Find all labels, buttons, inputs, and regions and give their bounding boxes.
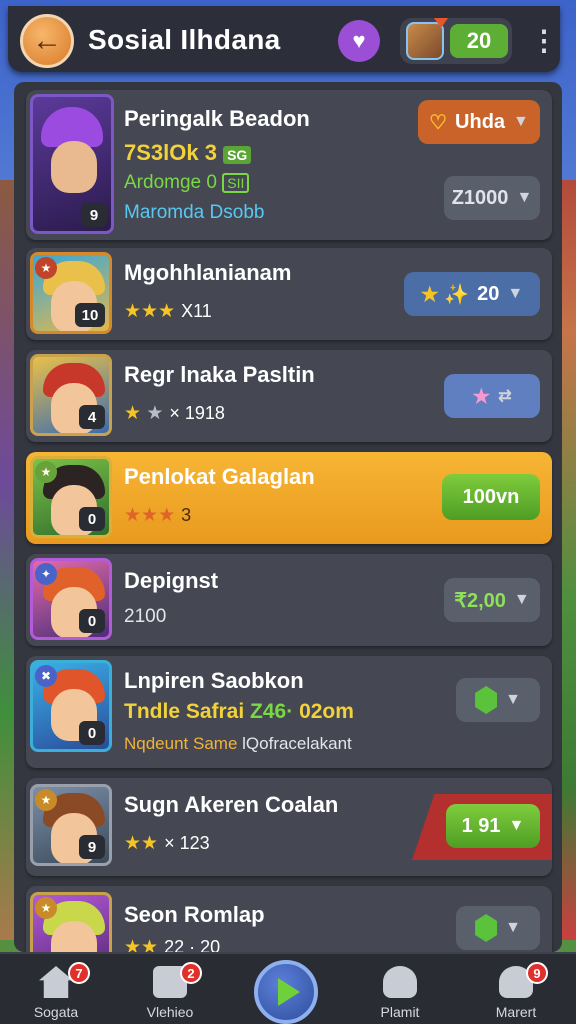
star-rating: ★★ 22 · 20 [124, 937, 221, 952]
nav-label: Sogata [33, 1004, 79, 1020]
nav-label: Plamit [380, 1004, 420, 1020]
gem-icon [475, 914, 498, 942]
player-profile-badge[interactable]: 20 [400, 18, 512, 64]
list-item-selected[interactable]: ★ 0 Penlokat Galaglan ★★★ 3 100vn [26, 452, 552, 544]
player-stat: 2100 [124, 606, 167, 627]
player-name: Sugn Akeren Coalan [124, 792, 339, 817]
gem-dropdown[interactable]: ▼ [456, 906, 540, 950]
avatar: 9 [30, 94, 114, 234]
star-rating: ★★★ X11 [124, 301, 212, 322]
amount-dropdown[interactable]: 1 91 ▼ [446, 804, 540, 848]
list-item[interactable]: ✦ 0 Depignst 2100 ₹2,00 ▼ [26, 554, 552, 646]
player-guild: Nqdeunt Same lQofracelakant [124, 734, 352, 753]
star-rating: ★★ × 123 [124, 833, 210, 854]
chevron-down-icon: ▼ [516, 189, 533, 206]
notification-badge: 9 [526, 962, 548, 984]
list-item[interactable]: ✖ 0 Lnpiren Saobkon Tndle Safrai Z46· 02… [26, 656, 552, 768]
play-icon [278, 978, 300, 1006]
player-name: Mgohhlanianam [124, 260, 292, 285]
player-name: Seon Romlap [124, 902, 265, 927]
avatar [406, 18, 448, 60]
player-name: Peringalk Beadon [124, 106, 310, 131]
gem-icon [475, 686, 498, 714]
avatar: ✦ 0 [30, 558, 112, 640]
star-rating: ★★★ 3 [124, 505, 192, 526]
heart-icon: ♡ [429, 111, 448, 134]
gem-dropdown[interactable]: ▼ [456, 678, 540, 722]
star-rating: ★ ★ × 1918 [124, 403, 225, 424]
chevron-down-icon: ▼ [508, 817, 525, 834]
friend-list: 9 Peringalk Beadon 7S3lOk 3 SG Ardomge 0… [14, 82, 562, 952]
avatar: ★ [30, 892, 112, 952]
nav-label: Marert [495, 1004, 537, 1020]
more-vert-icon[interactable]: ⋮ [530, 24, 558, 57]
star-icon: ★ ✨ [420, 283, 470, 306]
back-arrow-icon[interactable]: ← [20, 14, 74, 68]
top-bar: ← Sosial Ilhdana ♥ 20 ⋮ [8, 6, 560, 72]
reward-dropdown[interactable]: ★ ✨ 20 ▼ [404, 272, 540, 316]
star-icon: ★ [472, 385, 491, 408]
chevron-down-icon: ▼ [505, 919, 521, 936]
heart-icon[interactable]: ♥ [338, 20, 380, 62]
chevron-down-icon: ▼ [513, 591, 530, 608]
collapse-icon: ⇄ [498, 388, 512, 405]
player-guild: Maromda Dsobb [124, 202, 265, 223]
player-name: Depignst [124, 568, 219, 593]
avatar: ★ 0 [30, 456, 112, 538]
claim-button[interactable]: 100vn [442, 474, 540, 520]
player-name: Penlokat Galaglan [124, 464, 315, 489]
gift-dropdown[interactable]: ★ ⇄ [444, 374, 540, 418]
avatar: ✖ 0 [30, 660, 112, 752]
list-item[interactable]: 4 Regr lnaka Pasltin ★ ★ × 1918 ★ ⇄ [26, 350, 552, 442]
notification-badge: 7 [68, 962, 90, 984]
nav-profile[interactable]: Plamit [350, 954, 450, 1024]
avatar: ★ 10 [30, 252, 112, 334]
notification-badge: 2 [180, 962, 202, 984]
list-item[interactable]: ★ 9 Sugn Akeren Coalan ★★ × 123 1 91 ▼ [26, 778, 552, 876]
chevron-down-icon: ▼ [505, 691, 521, 708]
list-item[interactable]: 9 Peringalk Beadon 7S3lOk 3 SG Ardomge 0… [26, 90, 552, 240]
player-score: 20 [450, 24, 508, 58]
amount-dropdown[interactable]: Z1000 ▼ [444, 176, 540, 220]
play-button[interactable] [254, 960, 318, 1024]
player-stat: Ardomge 0 SII [124, 172, 250, 194]
list-item[interactable]: ★ Seon Romlap ★★ 22 · 20 ▼ [26, 886, 552, 952]
bottom-nav: 7 Sogata 2 Vlehieo Plamit 9 Marert [0, 952, 576, 1024]
avatar: ★ 9 [30, 784, 112, 866]
nav-label: Vlehieo [146, 1004, 194, 1020]
list-item[interactable]: ★ 10 Mgohhlanianam ★★★ X11 ★ ✨ 20 ▼ [26, 248, 552, 340]
nav-market[interactable]: 9 Marert [466, 954, 566, 1024]
status-dropdown[interactable]: ♡ Uhda ▼ [418, 100, 540, 144]
avatar: 4 [30, 354, 112, 436]
amount-dropdown[interactable]: ₹2,00 ▼ [444, 578, 540, 622]
nav-video[interactable]: 2 Vlehieo [120, 954, 220, 1024]
player-name: Lnpiren Saobkon [124, 668, 304, 693]
chevron-down-icon: ▼ [507, 285, 524, 302]
player-name: Regr lnaka Pasltin [124, 362, 315, 387]
chevron-down-icon: ▼ [513, 113, 529, 130]
page-title: Sosial Ilhdana [88, 24, 281, 55]
person-icon [383, 966, 417, 998]
player-stat: 7S3lOk 3 SG [124, 140, 252, 166]
player-stat: Tndle Safrai Z46· 02om [124, 700, 354, 723]
nav-home[interactable]: 7 Sogata [6, 954, 106, 1024]
